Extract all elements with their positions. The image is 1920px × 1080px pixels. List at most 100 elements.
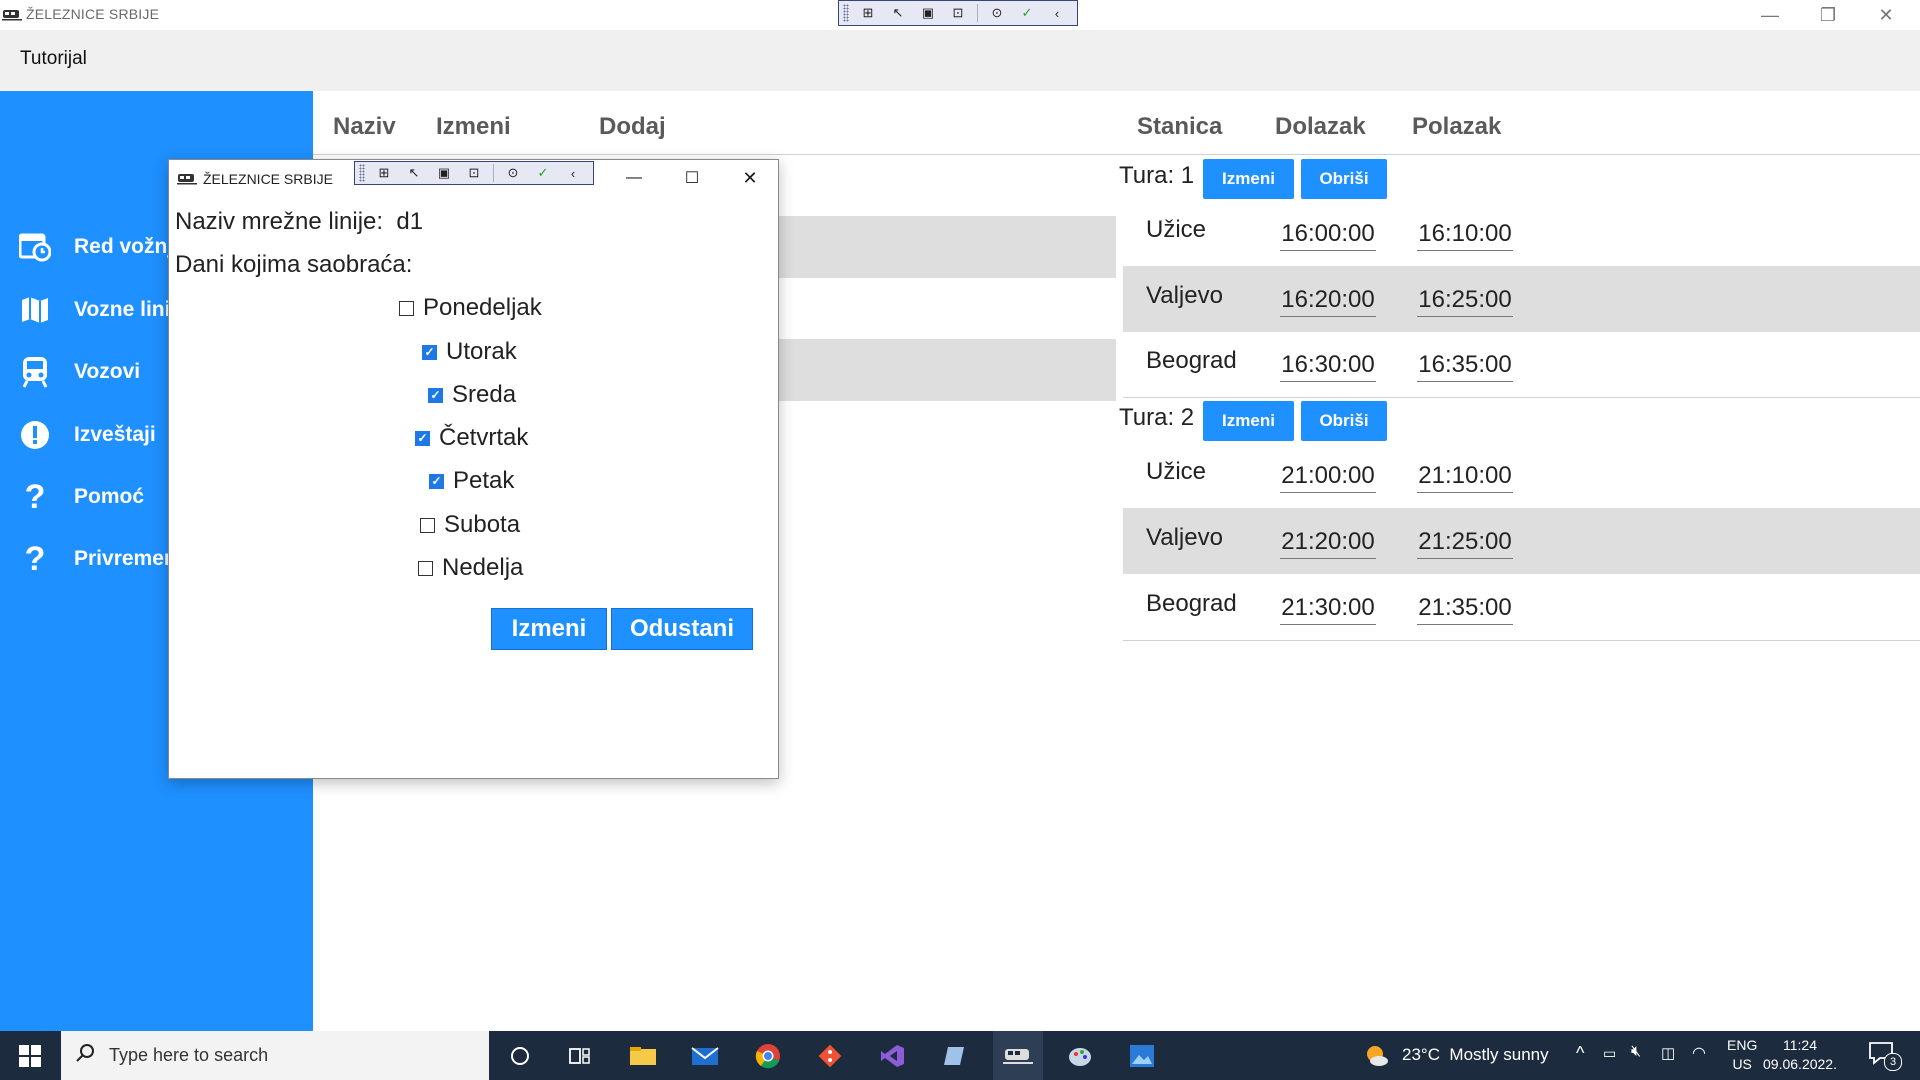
menu-bar: Tutorijal: [0, 30, 1920, 91]
delete-tour-button[interactable]: Obriši: [1301, 159, 1387, 199]
arrival-field[interactable]: 16:30:00: [1280, 351, 1376, 382]
select-element-icon[interactable]: ⊞: [857, 3, 879, 23]
collapse-icon[interactable]: ‹: [1046, 3, 1068, 23]
column-header-polazak[interactable]: Polazak: [1412, 113, 1501, 141]
dialog-close-button[interactable]: ✕: [730, 164, 770, 192]
speaker-muted-icon[interactable]: 🔇︎: [1631, 1043, 1641, 1061]
visual-studio-icon[interactable]: [867, 1031, 917, 1080]
edit-tour-button[interactable]: Izmeni: [1203, 401, 1294, 441]
meet-now-icon[interactable]: ◫: [1661, 1044, 1675, 1062]
column-header-stanica[interactable]: Stanica: [1137, 113, 1222, 141]
checkbox-checked[interactable]: ✓: [428, 387, 443, 403]
tour-divider: [1123, 397, 1920, 398]
checkbox-unchecked[interactable]: [418, 560, 433, 576]
day-checkbox-nedelja[interactable]: Nedelja: [418, 554, 523, 582]
days-label: Dani kojima saobraća:: [175, 251, 413, 278]
station-name: Užice: [1146, 216, 1207, 243]
wifi-icon[interactable]: ◠: [1692, 1043, 1706, 1063]
taskbar-search[interactable]: Type here to search: [61, 1031, 489, 1080]
checkbox-checked[interactable]: ✓: [422, 344, 437, 360]
help-icon: ?: [24, 477, 46, 516]
collapse-icon[interactable]: ‹: [562, 163, 584, 183]
grip-handle[interactable]: [359, 164, 365, 182]
column-header-dolazak[interactable]: Dolazak: [1275, 113, 1366, 141]
track-focus-icon[interactable]: ⊡: [463, 163, 485, 183]
arrival-field[interactable]: 21:20:00: [1280, 528, 1376, 559]
menu-tutorial[interactable]: Tutorijal: [20, 48, 87, 70]
help-icon: ?: [24, 539, 46, 578]
hot-reload-icon[interactable]: ⊙: [502, 163, 524, 183]
departure-field[interactable]: 21:10:00: [1417, 462, 1513, 493]
arrival-field[interactable]: 16:00:00: [1280, 220, 1376, 251]
departure-field[interactable]: 16:25:00: [1417, 286, 1513, 317]
departure-field[interactable]: 16:35:00: [1417, 351, 1513, 382]
restore-button[interactable]: ❐: [1799, 0, 1857, 30]
hot-reload-icon[interactable]: ⊙: [986, 3, 1008, 23]
day-checkbox-subota[interactable]: Subota: [420, 511, 520, 539]
cancel-button[interactable]: Odustani: [611, 608, 753, 650]
departure-field[interactable]: 21:25:00: [1417, 528, 1513, 559]
battery-icon[interactable]: ▭: [1603, 1045, 1616, 1062]
map-icon: [18, 293, 52, 327]
language-indicator[interactable]: ENG US: [1727, 1036, 1757, 1074]
day-checkbox-petak[interactable]: ✓ Petak: [429, 467, 514, 495]
pointer-icon[interactable]: ↖: [403, 163, 425, 183]
line-name-value: d1: [396, 208, 424, 235]
git-icon[interactable]: [805, 1031, 855, 1080]
departure-field[interactable]: 21:35:00: [1417, 594, 1513, 625]
weather-icon[interactable]: [1364, 1043, 1390, 1069]
clock[interactable]: 11:24 09.06.2022.: [1757, 1036, 1843, 1074]
edit-line-dialog: ŽELEZNICE SRBIJE ⊞ ↖ ▣ ⊡ ⊙ ✓ ‹ — ☐ ✕ Naz…: [168, 159, 779, 779]
file-explorer-icon[interactable]: [618, 1031, 668, 1080]
dialog-maximize-button[interactable]: ☐: [672, 164, 712, 192]
arrival-field[interactable]: 21:00:00: [1280, 462, 1376, 493]
cortana-icon[interactable]: [495, 1031, 545, 1080]
arrival-field[interactable]: 16:20:00: [1280, 286, 1376, 317]
checkbox-unchecked[interactable]: [420, 517, 435, 533]
alert-icon: [18, 418, 52, 452]
weather-text[interactable]: 23°C Mostly sunny: [1402, 1045, 1549, 1065]
day-checkbox-ponedeljak[interactable]: Ponedeljak: [399, 294, 542, 322]
schedule-row: [1123, 266, 1920, 332]
station-name: Valjevo: [1146, 282, 1223, 309]
chrome-icon[interactable]: [743, 1031, 793, 1080]
chevron-up-icon[interactable]: ^: [1576, 1043, 1584, 1064]
train-app-icon[interactable]: [993, 1031, 1043, 1080]
column-header-naziv[interactable]: Naziv: [333, 113, 396, 141]
taskbar: Type here to search 23°C Mostly sunny ^ …: [0, 1031, 1920, 1080]
pointer-icon[interactable]: ↖: [887, 3, 909, 23]
departure-field[interactable]: 16:10:00: [1417, 220, 1513, 251]
delete-tour-button[interactable]: Obriši: [1301, 401, 1387, 441]
windows-start-icon[interactable]: [5, 1031, 55, 1080]
checkbox-checked[interactable]: ✓: [429, 473, 444, 489]
mail-icon[interactable]: [680, 1031, 730, 1080]
day-checkbox-utorak[interactable]: ✓ Utorak: [422, 338, 517, 366]
task-view-icon[interactable]: [555, 1031, 605, 1080]
notifications-icon[interactable]: 3: [1868, 1041, 1902, 1071]
dialog-title: ŽELEZNICE SRBIJE: [203, 171, 333, 187]
layout-adorner-icon[interactable]: ▣: [433, 163, 455, 183]
layout-adorner-icon[interactable]: ▣: [917, 3, 939, 23]
checkbox-checked[interactable]: ✓: [415, 430, 430, 446]
arrival-field[interactable]: 21:30:00: [1280, 594, 1376, 625]
column-header-izmeni[interactable]: Izmeni: [436, 113, 511, 141]
column-header-dodaj[interactable]: Dodaj: [599, 113, 666, 141]
paint-icon[interactable]: [1055, 1031, 1105, 1080]
day-checkbox-sreda[interactable]: ✓ Sreda: [428, 381, 516, 409]
checkbox-unchecked[interactable]: [399, 300, 414, 316]
check-icon[interactable]: ✓: [1016, 3, 1038, 23]
photos-icon[interactable]: [1117, 1031, 1167, 1080]
day-checkbox-cetvrtak[interactable]: ✓ Četvrtak: [415, 424, 528, 452]
grip-handle[interactable]: [843, 4, 849, 22]
close-button[interactable]: ✕: [1857, 0, 1915, 30]
confirm-edit-button[interactable]: Izmeni: [491, 608, 607, 650]
notes-app-icon[interactable]: [930, 1031, 980, 1080]
station-name: Beograd: [1146, 590, 1237, 617]
dialog-minimize-button[interactable]: —: [614, 164, 654, 192]
schedule-icon: [18, 230, 52, 264]
select-element-icon[interactable]: ⊞: [373, 163, 395, 183]
track-focus-icon[interactable]: ⊡: [947, 3, 969, 23]
edit-tour-button[interactable]: Izmeni: [1203, 159, 1294, 199]
minimize-button[interactable]: —: [1741, 0, 1799, 30]
check-icon[interactable]: ✓: [532, 163, 554, 183]
